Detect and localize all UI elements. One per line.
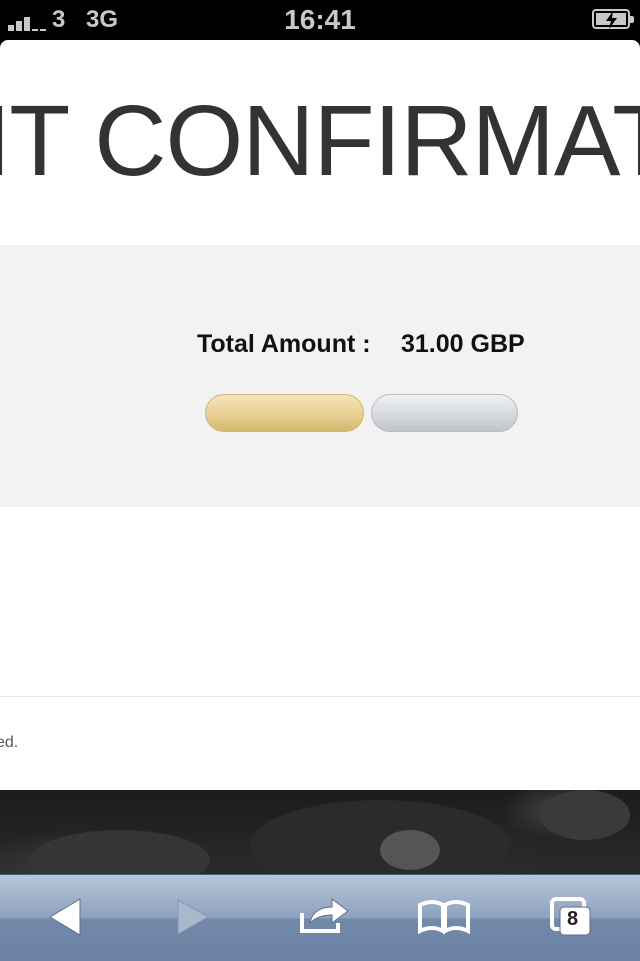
- back-button[interactable]: [38, 893, 98, 943]
- share-button[interactable]: [294, 893, 354, 943]
- back-arrow-icon: [49, 898, 81, 936]
- footer-text: ed.: [0, 734, 19, 751]
- bookmarks-icon: [418, 900, 470, 935]
- browser-toolbar: 8: [0, 874, 640, 961]
- share-icon: [300, 898, 349, 933]
- tabs-button[interactable]: 8: [544, 893, 604, 943]
- tabs-count-badge: 8: [567, 908, 579, 930]
- total-amount-row: Total Amount : 31.00 GBP: [197, 330, 525, 359]
- cancel-button[interactable]: [371, 394, 518, 432]
- forward-arrow-icon: [177, 899, 210, 935]
- bookmarks-button[interactable]: [414, 893, 474, 943]
- page-header: NT CONFIRMAT: [0, 40, 640, 245]
- total-amount-value: 31.00 GBP: [401, 330, 525, 358]
- divider: [0, 696, 640, 697]
- page-title: NT CONFIRMAT: [0, 85, 640, 197]
- payment-panel: Total Amount : 31.00 GBP: [0, 245, 640, 507]
- total-amount-label: Total Amount :: [197, 330, 371, 358]
- charging-bolt-icon: [606, 11, 617, 29]
- clock: 16:41: [284, 4, 356, 35]
- status-bar: 3 3G 16:41: [0, 0, 640, 40]
- confirm-button[interactable]: [205, 394, 364, 432]
- forward-button[interactable]: [164, 893, 224, 943]
- footer-banner-image: [0, 790, 640, 874]
- web-page[interactable]: NT CONFIRMAT Total Amount : 31.00 GBP ed.: [0, 40, 640, 874]
- battery-icon: [592, 9, 634, 29]
